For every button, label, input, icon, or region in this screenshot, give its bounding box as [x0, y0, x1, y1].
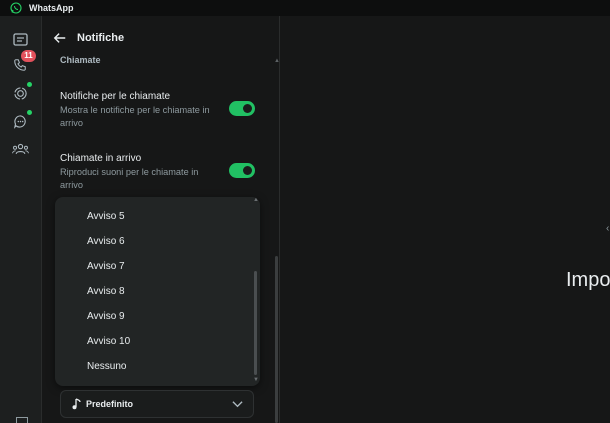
dropdown-option[interactable]: Avviso 5 — [87, 211, 125, 222]
music-note-icon — [72, 398, 81, 410]
select-value: Predefinito — [86, 399, 134, 409]
dropdown-option[interactable]: Avviso 8 — [87, 286, 125, 297]
chevron-down-icon — [232, 401, 243, 408]
dropdown-scroll-down-icon[interactable]: ▼ — [253, 377, 259, 383]
incoming-calls-toggle[interactable] — [229, 163, 255, 178]
setting-description: Mostra le notifiche per le chiamate in a… — [60, 105, 210, 128]
notifications-panel: Notifiche Chiamate Notifiche per le chia… — [42, 16, 280, 423]
main-heading: Impo — [566, 269, 610, 291]
panel-header: Notifiche — [42, 16, 278, 60]
main-content: ‹ Impo — [279, 16, 610, 423]
title-bar: WhatsApp — [0, 0, 610, 16]
dropdown-scroll-up-icon[interactable]: ▲ — [253, 197, 259, 203]
chats-icon[interactable] — [11, 30, 29, 48]
calls-badge: 11 — [21, 50, 36, 62]
dropdown-option[interactable]: Nessuno — [87, 361, 126, 372]
whatsapp-logo-icon — [10, 2, 22, 14]
status-dot — [27, 82, 32, 87]
dropdown-option[interactable]: Avviso 9 — [87, 311, 125, 322]
back-arrow-icon[interactable] — [53, 31, 67, 45]
setting-title: Notifiche per le chiamate — [60, 91, 171, 102]
ringtone-select[interactable]: Predefinito — [60, 390, 254, 418]
setting-description: Riproduci suoni per le chiamate in arriv… — [60, 167, 199, 190]
toggle-knob — [243, 166, 252, 175]
panel-scrollbar[interactable] — [275, 256, 278, 423]
dropdown-option[interactable]: Avviso 10 — [87, 336, 130, 347]
dropdown-option[interactable]: Avviso 7 — [87, 261, 125, 272]
section-label: Chiamate — [60, 55, 101, 65]
setting-title: Chiamate in arrivo — [60, 153, 142, 164]
settings-partial-icon[interactable] — [16, 417, 28, 423]
status-icon[interactable] — [11, 84, 29, 102]
ringtone-dropdown: Avviso 5 Avviso 6 Avviso 7 Avviso 8 Avvi… — [55, 197, 260, 386]
main-edge-glyph: ‹ — [606, 223, 610, 234]
app-title: WhatsApp — [29, 3, 74, 13]
channels-icon[interactable] — [11, 112, 29, 130]
channels-dot — [27, 110, 32, 115]
toggle-knob — [243, 104, 252, 113]
navigation-rail: 11 — [0, 16, 42, 423]
page-title: Notifiche — [77, 32, 125, 44]
dropdown-scrollbar[interactable] — [254, 271, 257, 375]
dropdown-option[interactable]: Avviso 6 — [87, 236, 125, 247]
call-notifications-toggle[interactable] — [229, 101, 255, 116]
communities-icon[interactable] — [11, 140, 29, 158]
